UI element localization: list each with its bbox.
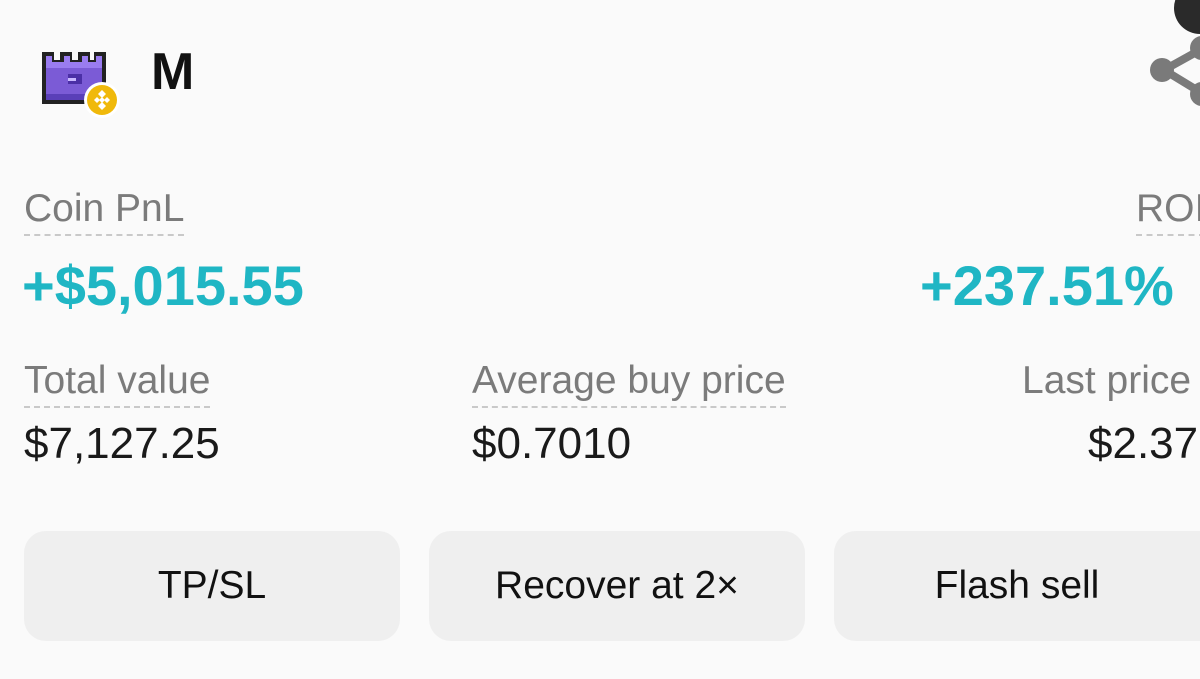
roi-label[interactable]: ROI <box>1136 186 1200 236</box>
coin-name: M <box>151 43 195 101</box>
pixel-castle-logo-icon <box>38 44 122 120</box>
recover-button[interactable]: Recover at 2× <box>429 531 805 641</box>
total-value-label[interactable]: Total value <box>24 358 211 408</box>
last-price-label: Last price <box>1022 359 1192 402</box>
share-icon <box>1150 36 1200 106</box>
coin-pnl-value: +$5,015.55 <box>22 254 304 317</box>
coin-pnl-label[interactable]: Coin PnL <box>24 186 185 236</box>
roi-value: +237.51% <box>920 254 1174 317</box>
tpsl-button[interactable]: TP/SL <box>24 531 400 641</box>
flash-sell-button[interactable]: Flash sell <box>834 531 1200 641</box>
average-buy-price: $0.7010 <box>472 419 632 468</box>
total-value: $7,127.25 <box>24 419 220 468</box>
tpsl-button-label: TP/SL <box>157 564 267 607</box>
last-price: $2.37 <box>1088 419 1199 468</box>
recover-button-label: Recover at 2× <box>495 564 739 607</box>
share-button[interactable] <box>1140 30 1200 130</box>
flash-sell-button-label: Flash sell <box>934 564 1100 607</box>
average-buy-price-label[interactable]: Average buy price <box>472 358 786 408</box>
